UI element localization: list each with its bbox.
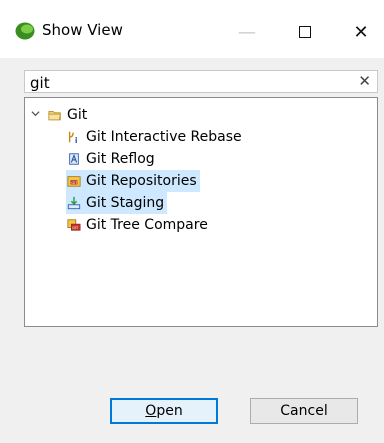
tree-group-label: Git bbox=[67, 107, 88, 123]
view-tree[interactable]: Git i Git Interactive Rebase Git Reflog … bbox=[24, 97, 378, 327]
tree-item[interactable]: Git Staging bbox=[66, 192, 168, 214]
open-button[interactable]: Open bbox=[110, 398, 218, 424]
tree-item[interactable]: i Git Interactive Rebase bbox=[66, 126, 245, 148]
cancel-button[interactable]: Cancel bbox=[250, 398, 358, 424]
interactive-rebase-icon: i bbox=[66, 129, 82, 145]
tree-item[interactable]: GIT Git Repositories bbox=[66, 170, 200, 192]
title-bar: Show View — ✕ bbox=[0, 0, 384, 58]
repositories-icon: GIT bbox=[66, 173, 82, 189]
maximize-button[interactable] bbox=[282, 14, 328, 50]
svg-text:GIT: GIT bbox=[72, 226, 79, 230]
filter-input-value[interactable]: git bbox=[30, 74, 50, 92]
chevron-down-icon[interactable] bbox=[31, 109, 43, 121]
svg-text:GIT: GIT bbox=[71, 181, 78, 185]
window-title: Show View bbox=[42, 21, 123, 39]
clear-icon[interactable]: ✕ bbox=[358, 72, 371, 90]
tree-group-git[interactable]: Git bbox=[31, 104, 87, 126]
staging-icon bbox=[66, 195, 82, 211]
tree-item[interactable]: GIT Git Tree Compare bbox=[66, 214, 211, 236]
tree-item[interactable]: Git Reflog bbox=[66, 148, 158, 170]
open-button-label: pen bbox=[156, 403, 183, 419]
eclipse-app-icon bbox=[15, 22, 35, 40]
filter-input[interactable]: git ✕ bbox=[24, 70, 378, 93]
svg-text:i: i bbox=[75, 136, 78, 144]
minimize-button[interactable]: — bbox=[224, 14, 270, 50]
tree-compare-icon: GIT bbox=[66, 217, 82, 233]
tree-item-label: Git Reflog bbox=[86, 151, 155, 167]
tree-item-label: Git Repositories bbox=[86, 173, 197, 189]
tree-item-label: Git Tree Compare bbox=[86, 217, 208, 233]
open-button-mnemonic: O bbox=[145, 403, 157, 419]
tree-item-label: Git Staging bbox=[86, 195, 165, 211]
maximize-icon bbox=[299, 26, 311, 38]
close-icon: ✕ bbox=[353, 21, 369, 43]
tree-item-label: Git Interactive Rebase bbox=[86, 129, 242, 145]
reflog-icon bbox=[66, 151, 82, 167]
minimize-icon: — bbox=[238, 21, 256, 43]
close-button[interactable]: ✕ bbox=[338, 14, 384, 50]
folder-icon bbox=[47, 107, 63, 123]
